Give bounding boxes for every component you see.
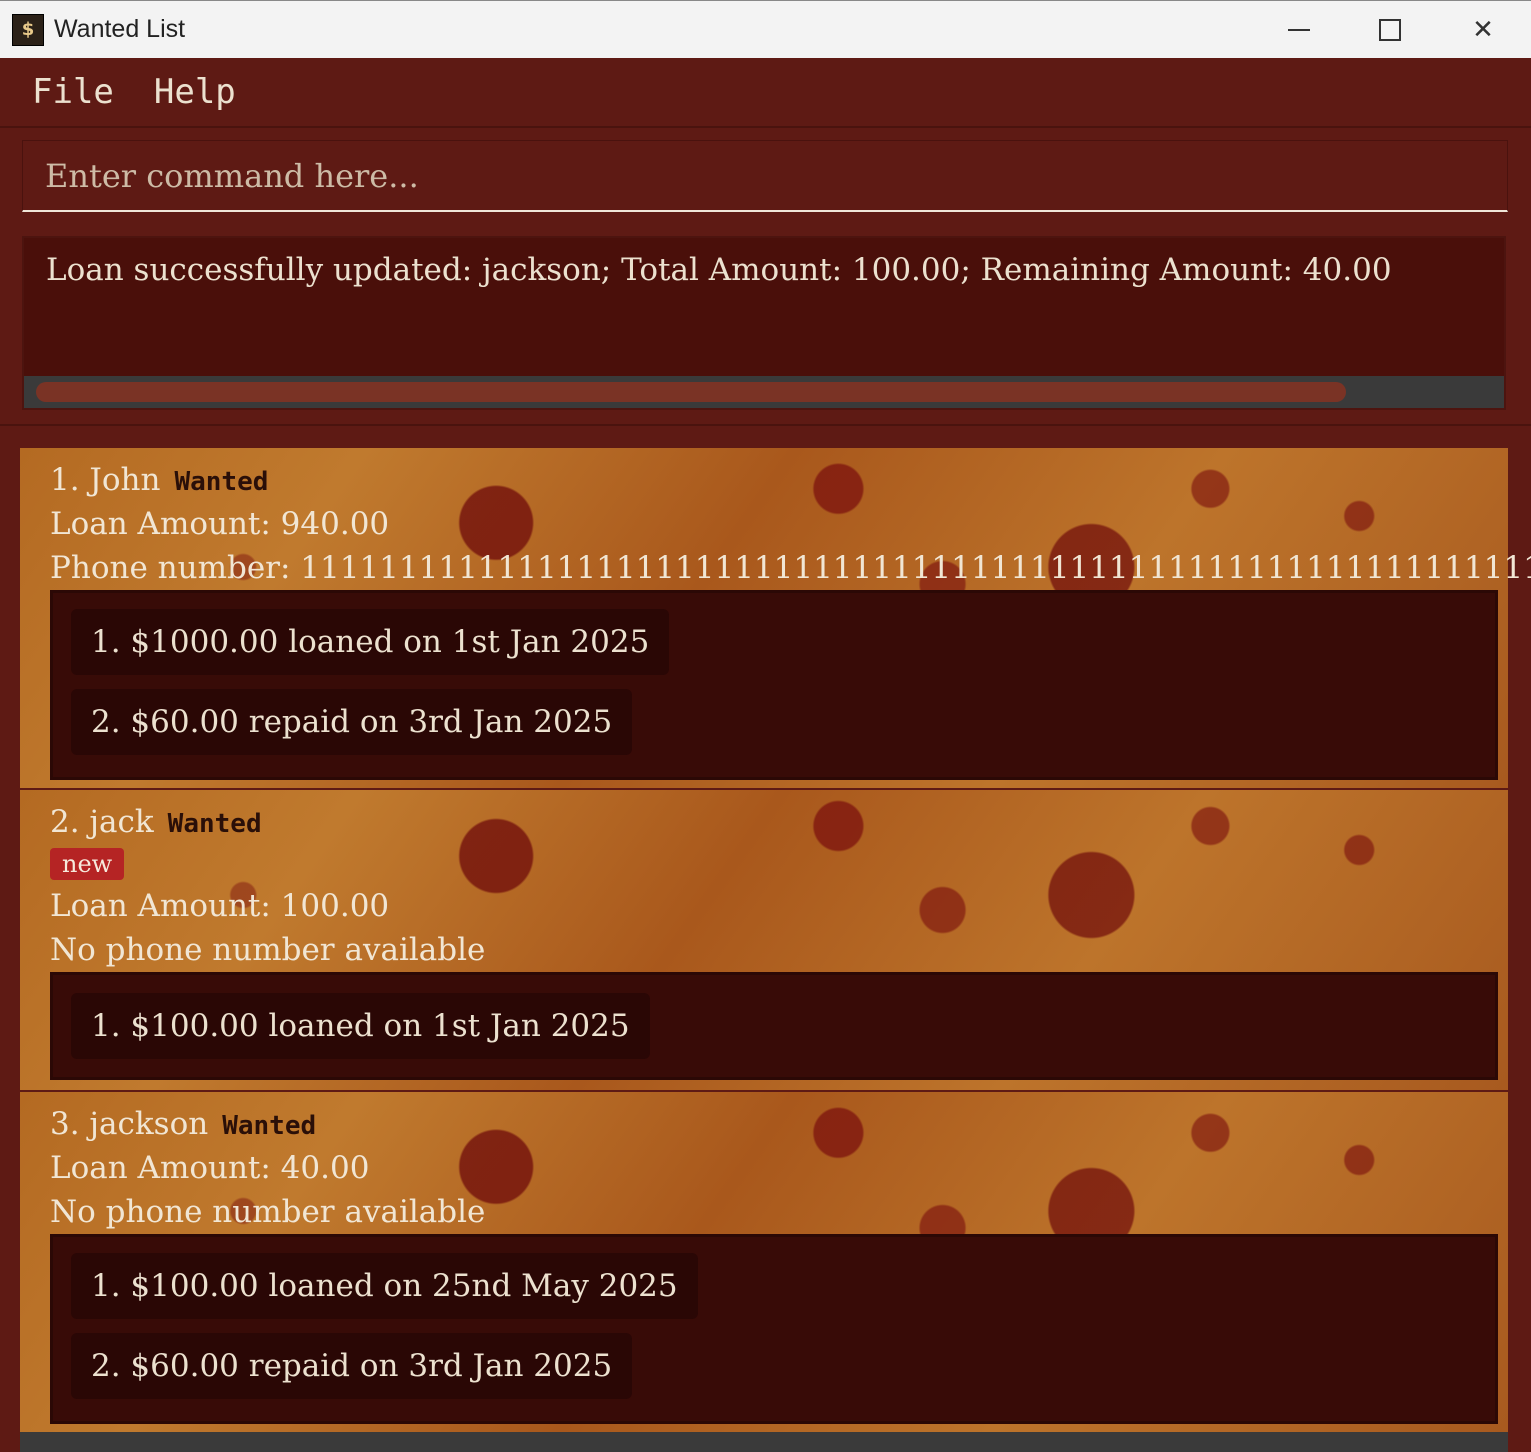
minimize-button[interactable] [1253, 1, 1345, 59]
scrollbar-thumb[interactable] [36, 382, 1346, 402]
result-scrollbar[interactable] [24, 376, 1504, 408]
person-name: 3. jackson [50, 1106, 209, 1142]
window-title: Wanted List [54, 15, 186, 43]
wanted-badge: Wanted [222, 1111, 317, 1141]
person-header: 3. jackson Wanted [50, 1106, 316, 1142]
person-card[interactable]: 3. jackson Wanted Loan Amount: 40.00 No p… [20, 1092, 1508, 1434]
list-scrollbar[interactable] [20, 1432, 1508, 1452]
maximize-icon [1379, 19, 1401, 41]
wanted-badge: Wanted [167, 809, 262, 839]
transaction-item[interactable]: 2. $60.00 repaid on 3rd Jan 2025 [71, 1333, 633, 1399]
transaction-item[interactable]: 1. $100.00 loaned on 25nd May 2025 [71, 1253, 698, 1319]
person-card[interactable]: 1. John Wanted Loan Amount: 940.00 Phone … [20, 448, 1531, 790]
phone-number: No phone number available [50, 932, 486, 968]
transaction-list: 1. $100.00 loaned on 25nd May 2025 2. $6… [50, 1234, 1498, 1424]
maximize-button[interactable] [1344, 1, 1436, 59]
loan-amount: Loan Amount: 100.00 [50, 888, 390, 924]
phone-number: Phone number: 11111111111111111111111111… [50, 550, 1531, 586]
transaction-item[interactable]: 1. $100.00 loaned on 1st Jan 2025 [71, 993, 650, 1059]
person-name: 2. jack [50, 804, 154, 840]
result-display: Loan successfully updated: jackson; Tota… [22, 236, 1506, 410]
minimize-icon [1288, 29, 1310, 31]
transaction-item[interactable]: 2. $60.00 repaid on 3rd Jan 2025 [71, 689, 633, 755]
transaction-item[interactable]: 1. $1000.00 loaned on 1st Jan 2025 [71, 609, 670, 675]
transaction-list: 1. $1000.00 loaned on 1st Jan 2025 2. $6… [50, 590, 1498, 780]
person-name: 1. John [50, 462, 161, 498]
command-box [22, 140, 1508, 212]
loan-amount: Loan Amount: 940.00 [50, 506, 390, 542]
wanted-badge: Wanted [174, 467, 269, 497]
close-icon: ✕ [1472, 15, 1494, 45]
title-bar: $ Wanted List ✕ [0, 0, 1531, 58]
person-header: 2. jack Wanted [50, 804, 262, 840]
loan-amount: Loan Amount: 40.00 [50, 1150, 370, 1186]
command-input[interactable] [23, 141, 1507, 210]
phone-number: No phone number available [50, 1194, 486, 1230]
menu-bar: File Help [0, 58, 1531, 128]
tag-label: new [50, 848, 125, 880]
menu-help[interactable]: Help [134, 72, 256, 112]
person-list: 1. John Wanted Loan Amount: 940.00 Phone … [0, 424, 1531, 1452]
transaction-list: 1. $100.00 loaned on 1st Jan 2025 [50, 972, 1498, 1080]
menu-file[interactable]: File [0, 72, 134, 112]
app-icon: $ [12, 13, 44, 46]
close-button[interactable]: ✕ [1437, 1, 1529, 59]
person-header: 1. John Wanted [50, 462, 268, 498]
result-message: Loan successfully updated: jackson; Tota… [46, 252, 1392, 288]
person-card[interactable]: 2. jack Wanted new Loan Amount: 100.00 No… [20, 790, 1508, 1092]
